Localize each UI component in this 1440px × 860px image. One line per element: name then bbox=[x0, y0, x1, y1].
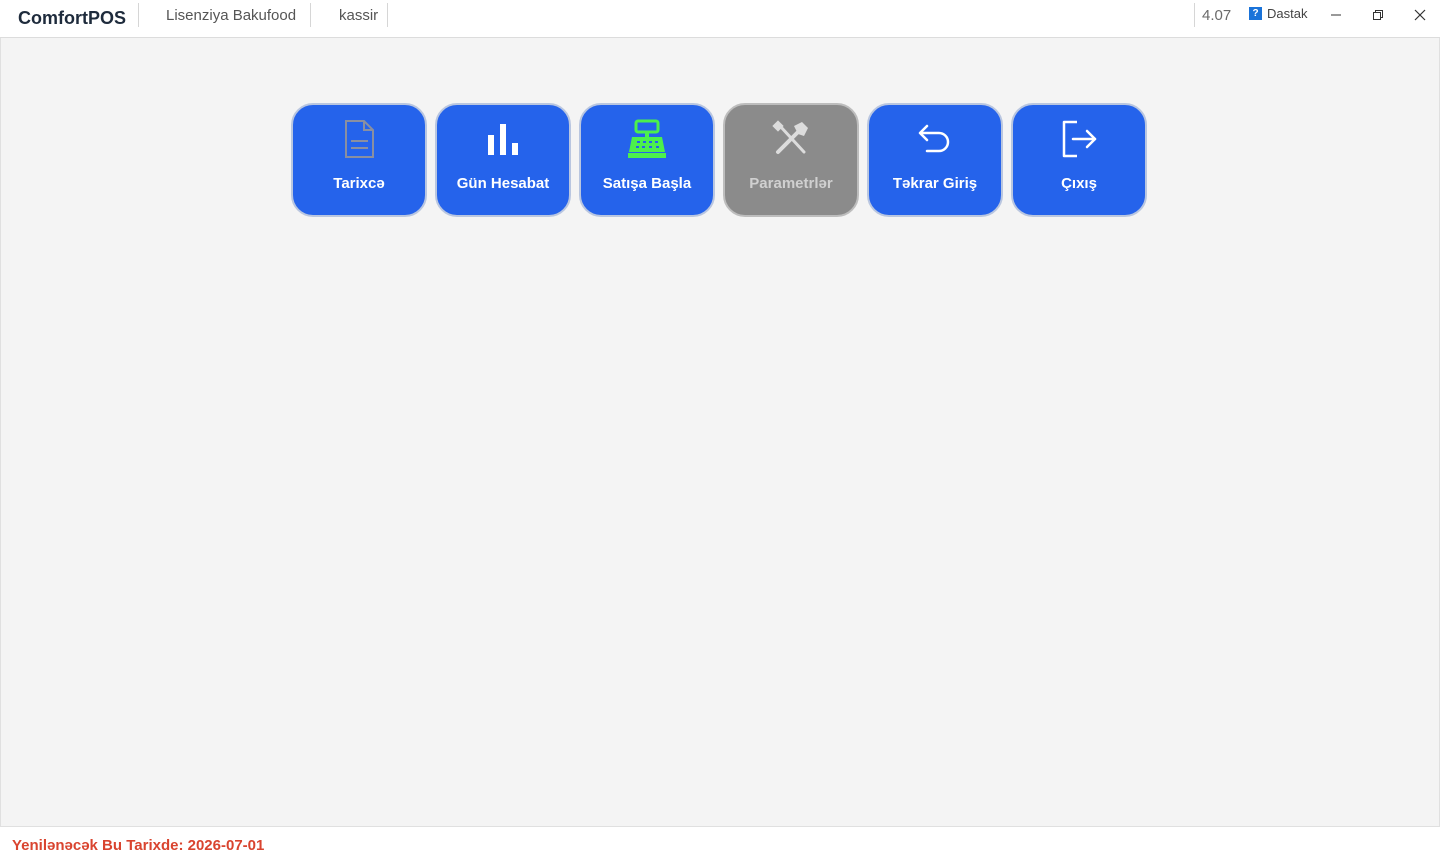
license-label: Lisenziya Bakufood bbox=[166, 7, 297, 24]
relogin-label: Təkrar Giriş bbox=[892, 175, 978, 192]
title-divider bbox=[310, 3, 311, 27]
bar-chart-icon bbox=[481, 117, 525, 161]
title-divider bbox=[138, 3, 139, 27]
start-sale-button[interactable]: Satışa Başla bbox=[579, 103, 715, 217]
user-label: kassir bbox=[339, 7, 379, 24]
renewal-date-label: Yenilənəcək Bu Tarixde: 2026-07-01 bbox=[12, 837, 265, 854]
close-button[interactable] bbox=[1400, 0, 1440, 30]
status-bar: Yenilənəcək Bu Tarixde: 2026-07-01 bbox=[0, 826, 1440, 860]
title-divider bbox=[387, 3, 388, 27]
title-divider bbox=[1194, 3, 1195, 27]
settings-label: Parametrlər bbox=[749, 175, 833, 192]
history-button[interactable]: Tarixcə bbox=[291, 103, 427, 217]
main-area: Tarixcə Gün Hesabat Satışa Başla Paramet… bbox=[0, 38, 1440, 826]
version-label: 4.07 bbox=[1202, 7, 1232, 24]
support-label: Dastak bbox=[1267, 6, 1308, 21]
undo-arrow-icon bbox=[913, 117, 957, 161]
tools-icon bbox=[769, 117, 813, 161]
restore-icon bbox=[1373, 10, 1383, 20]
settings-button: Parametrlər bbox=[723, 103, 859, 217]
exit-button[interactable]: Çıxış bbox=[1011, 103, 1147, 217]
document-icon bbox=[337, 117, 381, 161]
support-button[interactable]: ? Dastak bbox=[1249, 6, 1307, 21]
daily-report-button[interactable]: Gün Hesabat bbox=[435, 103, 571, 217]
start-sale-label: Satışa Başla bbox=[602, 175, 692, 192]
question-icon: ? bbox=[1249, 7, 1262, 20]
daily-report-label: Gün Hesabat bbox=[456, 175, 550, 192]
minimize-button[interactable] bbox=[1316, 0, 1356, 30]
close-icon bbox=[1414, 9, 1426, 21]
restore-button[interactable] bbox=[1358, 0, 1398, 30]
exit-label: Çıxış bbox=[1061, 175, 1097, 192]
cash-register-icon bbox=[625, 117, 669, 161]
title-bar: ComfortPOS Lisenziya Bakufood kassir 4.0… bbox=[0, 0, 1440, 38]
minimize-icon bbox=[1331, 14, 1341, 16]
history-label: Tarixcə bbox=[333, 175, 385, 192]
app-name: ComfortPOS bbox=[18, 8, 126, 28]
relogin-button[interactable]: Təkrar Giriş bbox=[867, 103, 1003, 217]
logout-icon bbox=[1057, 117, 1101, 161]
